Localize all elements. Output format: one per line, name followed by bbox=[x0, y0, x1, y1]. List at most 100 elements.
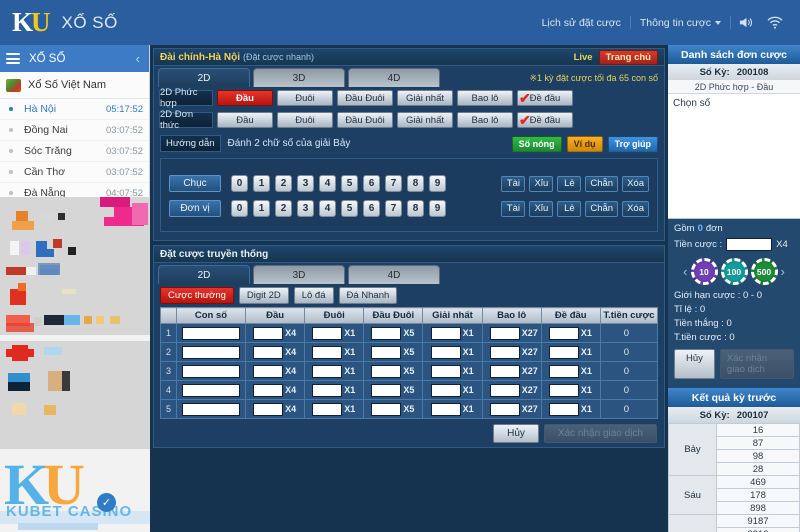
bet-mode-cược-thường[interactable]: Cược thường bbox=[160, 287, 234, 304]
numpad-option-tài[interactable]: Tài bbox=[501, 175, 526, 192]
digit-button-3[interactable]: 3 bbox=[297, 175, 314, 192]
tab-4d[interactable]: 4D bbox=[348, 68, 440, 87]
giainhat-input[interactable] bbox=[430, 402, 461, 416]
sidebar-header[interactable]: XỔ SỐ ‹ bbox=[0, 45, 149, 72]
betslip-cancel-button[interactable]: Hủy bbox=[674, 349, 715, 379]
bet-option-đuôi[interactable]: Đuôi bbox=[277, 112, 333, 128]
giainhat-input[interactable] bbox=[430, 326, 461, 340]
digit-button-8[interactable]: 8 bbox=[407, 175, 424, 192]
sidebar-item-2[interactable]: Sóc Trăng 03:07:52 bbox=[0, 141, 149, 162]
baolo-input[interactable] bbox=[489, 402, 520, 416]
hamburger-icon[interactable] bbox=[6, 51, 20, 67]
duoi-input[interactable] bbox=[312, 364, 343, 378]
sidebar-nation[interactable]: Xổ Số Việt Nam bbox=[0, 72, 149, 99]
bet-mode-đá-nhanh[interactable]: Đá Nhanh bbox=[338, 287, 398, 304]
tab-3d[interactable]: 3D bbox=[253, 68, 345, 87]
numpad-option-chẵn[interactable]: Chẵn bbox=[585, 175, 619, 192]
brand-logo[interactable]: KU XỔ SỐ bbox=[0, 7, 118, 38]
dedau-input[interactable] bbox=[548, 326, 579, 340]
digit-button-2[interactable]: 2 bbox=[275, 175, 292, 192]
dedau-input[interactable] bbox=[548, 364, 579, 378]
sidebar-item-3[interactable]: Cần Thơ 03:07:52 bbox=[0, 162, 149, 183]
bet-option-đầu[interactable]: Đầu bbox=[217, 112, 273, 128]
number-input[interactable] bbox=[182, 326, 240, 340]
tab-2d[interactable]: 2D bbox=[158, 68, 250, 87]
dau-input[interactable] bbox=[253, 364, 284, 378]
guide-button-green[interactable]: Số nóng bbox=[511, 135, 562, 152]
bet-option-đề-đầu[interactable]: Đề đầu bbox=[517, 90, 573, 107]
dedau-input[interactable] bbox=[548, 402, 579, 416]
digit-button-3[interactable]: 3 bbox=[297, 200, 314, 217]
number-input[interactable] bbox=[182, 364, 240, 378]
digit-button-7[interactable]: 7 bbox=[385, 200, 402, 217]
numpad-option-xóa[interactable]: Xóa bbox=[622, 175, 649, 192]
sidebar-item-0[interactable]: Hà Nội 05:17:52 bbox=[0, 99, 149, 120]
numpad-option-tài[interactable]: Tài bbox=[501, 200, 526, 217]
dau-input[interactable] bbox=[253, 326, 284, 340]
giainhat-input[interactable] bbox=[430, 345, 461, 359]
digit-button-2[interactable]: 2 bbox=[275, 200, 292, 217]
bet-option-đầu-đuôi[interactable]: Đầu Đuôi bbox=[337, 90, 393, 106]
number-input[interactable] bbox=[182, 345, 240, 359]
dau-input[interactable] bbox=[253, 345, 284, 359]
digit-button-4[interactable]: 4 bbox=[319, 175, 336, 192]
dau-input[interactable] bbox=[253, 402, 284, 416]
chip-100[interactable]: 100 bbox=[720, 258, 748, 285]
numpad-option-lẻ[interactable]: Lẻ bbox=[557, 175, 582, 192]
digit-button-0[interactable]: 0 bbox=[231, 200, 248, 217]
betslip-stake-input[interactable] bbox=[726, 238, 773, 251]
dedau-input[interactable] bbox=[548, 345, 579, 359]
daududoi-input[interactable] bbox=[371, 364, 402, 378]
digit-button-9[interactable]: 9 bbox=[429, 175, 446, 192]
digit-button-1[interactable]: 1 bbox=[253, 175, 270, 192]
sidebar-item-1[interactable]: Đồng Nai 03:07:52 bbox=[0, 120, 149, 141]
duoi-input[interactable] bbox=[312, 326, 343, 340]
digit-button-5[interactable]: 5 bbox=[341, 200, 358, 217]
chip-next-icon[interactable]: › bbox=[781, 264, 785, 279]
bet-option-đầu-đuôi[interactable]: Đầu Đuôi bbox=[337, 112, 393, 128]
baolo-input[interactable] bbox=[489, 383, 520, 397]
bet-mode-digit-2d[interactable]: Digit 2D bbox=[238, 287, 289, 304]
digit-button-6[interactable]: 6 bbox=[363, 200, 380, 217]
duoi-input[interactable] bbox=[312, 345, 343, 359]
betslip-confirm-button[interactable]: Xác nhận giao dịch bbox=[719, 349, 794, 379]
duoi-input[interactable] bbox=[312, 383, 343, 397]
digit-button-5[interactable]: 5 bbox=[341, 175, 358, 192]
bet-option-bao-lô[interactable]: Bao lô bbox=[457, 112, 513, 128]
digit-button-4[interactable]: 4 bbox=[319, 200, 336, 217]
numpad-option-lẻ[interactable]: Lẻ bbox=[557, 200, 582, 217]
number-input[interactable] bbox=[182, 383, 240, 397]
daududoi-input[interactable] bbox=[371, 326, 402, 340]
baolo-input[interactable] bbox=[489, 326, 520, 340]
traditional-tab-3d[interactable]: 3D bbox=[253, 265, 345, 284]
numpad-option-chẵn[interactable]: Chẵn bbox=[585, 200, 619, 217]
numpad-option-xỉu[interactable]: Xỉu bbox=[529, 200, 554, 217]
traditional-tab-2d[interactable]: 2D bbox=[158, 265, 250, 284]
bet-option-đuôi[interactable]: Đuôi bbox=[277, 90, 333, 106]
daududoi-input[interactable] bbox=[371, 345, 402, 359]
bet-option-bao-lô[interactable]: Bao lô bbox=[457, 90, 513, 106]
collapse-icon[interactable]: ‹ bbox=[136, 51, 143, 66]
digit-button-1[interactable]: 1 bbox=[253, 200, 270, 217]
digit-button-9[interactable]: 9 bbox=[429, 200, 446, 217]
home-button[interactable]: Trang chủ bbox=[598, 49, 658, 65]
speaker-icon[interactable] bbox=[731, 16, 760, 29]
daududoi-input[interactable] bbox=[371, 402, 402, 416]
bet-option-đầu[interactable]: Đầu bbox=[217, 90, 273, 106]
bet-option-giải-nhất[interactable]: Giải nhất bbox=[397, 90, 453, 106]
giainhat-input[interactable] bbox=[430, 383, 461, 397]
guide-button-orange[interactable]: Ví dụ bbox=[566, 135, 603, 152]
duoi-input[interactable] bbox=[312, 402, 343, 416]
betslip-list[interactable]: Chọn số bbox=[668, 94, 800, 219]
digit-button-0[interactable]: 0 bbox=[231, 175, 248, 192]
dedau-input[interactable] bbox=[548, 383, 579, 397]
traditional-tab-4d[interactable]: 4D bbox=[348, 265, 440, 284]
guide-button-blue[interactable]: Trợ giúp bbox=[607, 135, 658, 152]
chip-prev-icon[interactable]: ‹ bbox=[683, 264, 687, 279]
chip-10[interactable]: 10 bbox=[690, 258, 718, 285]
bet-history-link[interactable]: Lịch sử đặt cược bbox=[533, 17, 630, 29]
wifi-icon[interactable] bbox=[760, 16, 790, 29]
number-input[interactable] bbox=[182, 402, 240, 416]
numpad-option-xóa[interactable]: Xóa bbox=[622, 200, 649, 217]
bet-option-đề-đầu[interactable]: Đề đầu bbox=[517, 112, 573, 129]
